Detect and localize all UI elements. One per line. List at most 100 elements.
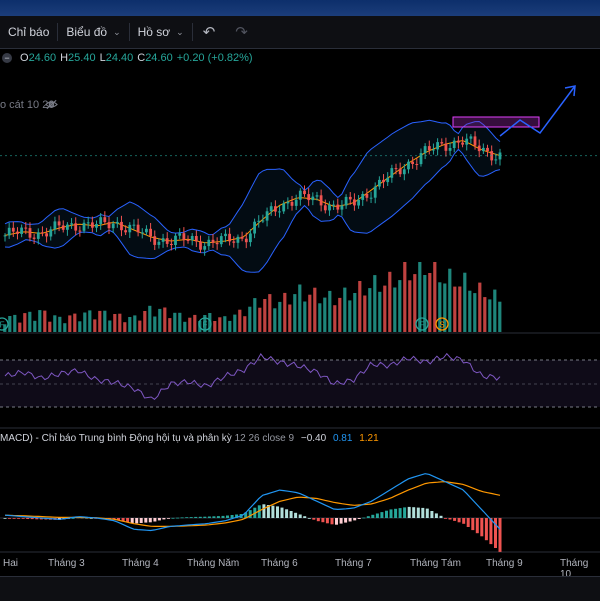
candle-body xyxy=(107,222,111,229)
candle-body xyxy=(436,142,439,150)
candle-body xyxy=(244,238,248,243)
macd-histogram-bar xyxy=(448,518,452,520)
macd-histogram-bar xyxy=(475,518,479,534)
candle-body xyxy=(103,217,107,223)
candle-body xyxy=(190,236,194,241)
volume-bar xyxy=(18,322,22,332)
volume-bar xyxy=(258,307,262,332)
macd-histogram-bar xyxy=(307,518,311,519)
x-tick-label: Hai xyxy=(3,558,19,569)
volume-bar xyxy=(458,286,462,332)
candle-body xyxy=(394,168,398,170)
candle-body xyxy=(128,224,132,233)
macd-histogram-bar xyxy=(194,516,198,518)
macd-histogram-bar xyxy=(462,518,466,524)
candle-body xyxy=(294,199,298,206)
candle-body xyxy=(120,221,123,231)
volume-bar xyxy=(23,313,27,332)
macd-histogram-bar xyxy=(262,504,266,518)
macd-histogram-bar xyxy=(198,516,202,518)
volume-bar xyxy=(228,320,232,332)
macd-line xyxy=(4,473,501,532)
macd-histogram-bar xyxy=(321,518,325,523)
x-tick-label: Tháng Tám xyxy=(410,558,461,569)
candle-body xyxy=(153,236,157,245)
macd-histogram-bar xyxy=(425,508,429,518)
candle-body xyxy=(91,222,94,228)
x-tick-label: Tháng 6 xyxy=(261,558,298,569)
volume-bar xyxy=(328,290,332,332)
candle-body xyxy=(265,211,269,221)
volume-bar xyxy=(408,280,412,332)
candle-body xyxy=(452,140,456,148)
volume-bar xyxy=(283,292,287,332)
volume-bar xyxy=(188,317,192,332)
candle-body xyxy=(145,228,148,233)
candle-body xyxy=(49,229,53,237)
volume-bar xyxy=(213,321,217,332)
volume-bar xyxy=(298,284,302,332)
macd-histogram-bar xyxy=(375,513,379,518)
volume-bar xyxy=(218,317,222,332)
candle-body xyxy=(461,142,464,145)
volume-bar xyxy=(488,299,492,332)
candle-body xyxy=(382,179,385,183)
candle-body xyxy=(315,195,319,197)
candle-body xyxy=(427,146,431,151)
candle-body xyxy=(494,159,498,161)
volume-bar xyxy=(448,268,452,332)
event-marker-label: F xyxy=(0,321,5,330)
volume-bar xyxy=(98,310,102,332)
macd-histogram-bar xyxy=(280,507,284,518)
candle-body xyxy=(32,237,36,239)
volume-bar xyxy=(158,308,162,332)
candle-body xyxy=(165,238,169,244)
bottom-toolbar xyxy=(0,576,600,601)
macd-histogram-bar xyxy=(226,515,229,518)
time-axis[interactable]: Hai Tháng 3 Tháng 4 Tháng Năm Tháng 6 Th… xyxy=(0,552,600,580)
macd-histogram-bar xyxy=(3,518,7,519)
candle-body xyxy=(386,177,390,183)
candle-body xyxy=(253,221,256,234)
macd-histogram-bar xyxy=(348,518,352,522)
volume-bar xyxy=(38,310,42,332)
volume-bar xyxy=(123,322,127,332)
macd-histogram-bar xyxy=(357,518,361,519)
volume-bar xyxy=(338,297,342,332)
candle-body xyxy=(66,224,69,230)
candle-body xyxy=(440,142,444,144)
projection-arrow xyxy=(499,85,576,137)
volume-bar xyxy=(473,293,477,332)
candle-body xyxy=(182,233,186,241)
macd-histogram-bar xyxy=(144,518,148,523)
volume-bar xyxy=(248,306,252,332)
macd-signal-line xyxy=(4,481,501,527)
macd-value: −0.40 xyxy=(300,433,327,444)
volume-bar xyxy=(83,312,87,332)
candle-body xyxy=(20,227,23,234)
volume-bar xyxy=(8,316,12,332)
candle-body xyxy=(477,145,481,152)
volume-bar xyxy=(268,294,272,332)
candle-body xyxy=(469,136,473,139)
candle-body xyxy=(203,246,207,250)
macd-histogram-bar xyxy=(230,515,234,518)
volume-bar xyxy=(233,314,237,332)
chart-canvas[interactable]: FFFS xyxy=(0,0,600,600)
macd-histogram-bar xyxy=(407,506,411,518)
volume-bar xyxy=(483,297,487,332)
candle-body xyxy=(111,223,115,229)
candle-body xyxy=(348,196,352,200)
event-marker-label: F xyxy=(420,321,425,330)
macd-histogram-bar xyxy=(380,512,384,518)
volume-bar xyxy=(33,320,37,332)
candle-body xyxy=(390,168,394,178)
macd-histogram-bar xyxy=(444,518,447,519)
candle-body xyxy=(45,233,48,237)
macd-histogram-bar xyxy=(17,518,21,519)
volume-bar xyxy=(28,311,32,332)
volume-bar xyxy=(113,314,117,332)
volume-bar xyxy=(173,312,177,332)
candle-body xyxy=(186,240,190,241)
macd-histogram-bar xyxy=(148,518,152,523)
